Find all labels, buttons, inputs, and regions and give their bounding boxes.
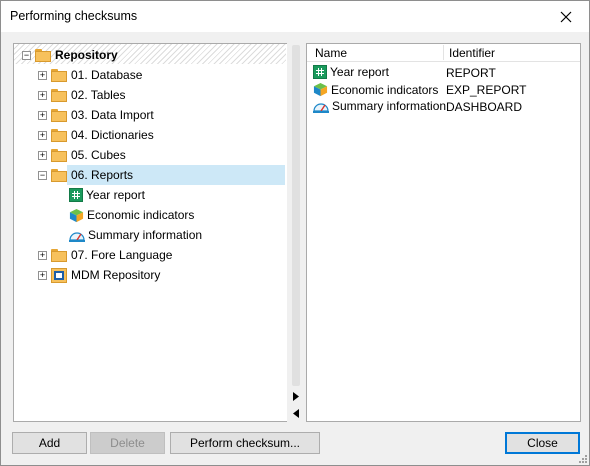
tree-node-label: 05. Cubes [71, 148, 126, 162]
selected-objects-list[interactable]: Name Identifier Year report REPORT Econo… [306, 43, 581, 422]
tree-node-label: Year report [86, 188, 145, 202]
list-item-identifier: DASHBOARD [446, 100, 523, 114]
tree-node-economic-indicators[interactable]: Economic indicators [69, 205, 194, 225]
expand-toggle[interactable]: + [38, 90, 47, 100]
folder-icon [51, 248, 67, 262]
list-item[interactable]: Year report REPORT [307, 64, 580, 81]
tree-node-mdm-repository[interactable]: + MDM Repository [38, 265, 160, 285]
window-title: Performing checksums [10, 9, 138, 23]
tree-node-fore-language[interactable]: + 07. Fore Language [38, 245, 172, 265]
list-header: Name Identifier [307, 44, 580, 62]
tree-node-label: MDM Repository [71, 268, 161, 282]
expand-toggle[interactable]: + [38, 110, 47, 120]
tree-node-data-import[interactable]: + 03. Data Import [38, 105, 154, 125]
dashboard-icon [313, 103, 329, 113]
move-left-button[interactable] [289, 406, 302, 421]
pane-splitter[interactable] [287, 43, 305, 422]
tree-node-label: 06. Reports [71, 168, 134, 182]
list-item-identifier: EXP_REPORT [446, 83, 527, 97]
list-item[interactable]: Economic indicators EXP_REPORT [307, 81, 580, 98]
delete-button[interactable]: Delete [90, 432, 165, 454]
tree-node-label: 02. Tables [71, 88, 126, 102]
tree-node-label: Summary information [88, 228, 203, 242]
expand-toggle[interactable]: + [38, 250, 47, 260]
folder-open-icon [51, 168, 67, 182]
collapse-toggle[interactable]: − [38, 170, 47, 180]
dialog-window: Performing checksums − Repository + 01. … [0, 0, 590, 466]
tree-node-dictionaries[interactable]: + 04. Dictionaries [38, 125, 154, 145]
list-item-identifier: REPORT [446, 66, 496, 80]
tree-node-label: Repository [55, 48, 118, 62]
add-button[interactable]: Add [12, 432, 87, 454]
cube-icon [69, 208, 84, 222]
expand-toggle[interactable]: + [38, 150, 47, 160]
close-icon [560, 11, 572, 22]
tree-node-summary-information[interactable]: Summary information [69, 225, 202, 245]
arrow-right-icon [292, 392, 299, 401]
tree-node-cubes[interactable]: + 05. Cubes [38, 145, 126, 165]
expand-toggle[interactable]: + [38, 130, 47, 140]
list-item-name: Year report [313, 65, 389, 79]
tree-node-label: 07. Fore Language [71, 248, 173, 262]
report-icon [313, 65, 327, 79]
tree-node-tables[interactable]: + 02. Tables [38, 85, 126, 105]
splitter-track [292, 45, 300, 386]
perform-checksum-button[interactable]: Perform checksum... [170, 432, 320, 454]
column-header-identifier[interactable]: Identifier [449, 46, 495, 60]
move-right-button[interactable] [289, 389, 302, 404]
folder-icon [51, 128, 67, 142]
folder-icon [51, 108, 67, 122]
dashboard-icon [69, 232, 85, 242]
expand-toggle[interactable]: + [38, 70, 47, 80]
tree-node-label: Economic indicators [87, 208, 195, 222]
repository-tree[interactable]: − Repository + 01. Database + 02. Tables… [13, 43, 288, 422]
folder-icon [51, 148, 67, 162]
list-item-name: Economic indicators [313, 82, 438, 97]
list-item-name: Summary information [313, 99, 446, 113]
tree-node-year-report[interactable]: Year report [69, 185, 145, 205]
column-header-name[interactable]: Name [315, 46, 347, 60]
close-button[interactable]: Close [505, 432, 580, 454]
close-window-button[interactable] [543, 1, 589, 32]
tree-node-repository[interactable]: − Repository [22, 45, 118, 65]
list-item[interactable]: Summary information DASHBOARD [307, 98, 580, 115]
tree-node-label: 03. Data Import [71, 108, 154, 122]
resize-grip-icon[interactable] [577, 453, 587, 463]
folder-icon [35, 48, 51, 62]
folder-icon [51, 68, 67, 82]
report-icon [69, 188, 83, 202]
title-bar: Performing checksums [1, 1, 589, 32]
cube-icon [313, 82, 328, 97]
mdm-repository-icon [51, 267, 67, 283]
column-divider[interactable] [443, 45, 444, 60]
folder-icon [51, 88, 67, 102]
tree-node-label: 04. Dictionaries [71, 128, 154, 142]
collapse-toggle[interactable]: − [22, 50, 31, 60]
expand-toggle[interactable]: + [38, 270, 47, 280]
tree-node-label: 01. Database [71, 68, 143, 82]
tree-node-database[interactable]: + 01. Database [38, 65, 142, 85]
tree-node-reports[interactable]: − 06. Reports [38, 165, 133, 185]
arrow-left-icon [292, 409, 299, 418]
